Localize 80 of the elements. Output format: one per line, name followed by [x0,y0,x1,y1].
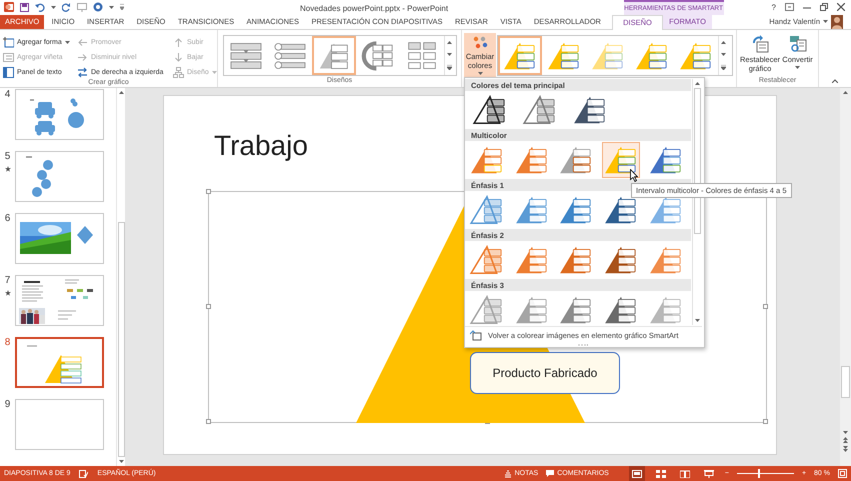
reading-view-icon [680,470,690,478]
scroll-down-icon[interactable] [843,431,848,434]
caret-icon [64,40,70,44]
comment-icon [546,470,554,478]
process-layout-icon [228,40,264,70]
normal-view-icon [632,470,642,478]
notes-icon [504,470,512,478]
customize-icon[interactable] [120,4,124,10]
previous-slide-icon[interactable] [843,437,848,443]
redo-icon[interactable] [62,2,71,12]
scroll-up-icon[interactable] [721,40,726,44]
scroll-up-icon[interactable] [447,40,452,44]
up-arrow-icon [173,36,184,48]
left-arrow-icon [77,36,88,48]
collapse-ribbon-icon[interactable] [832,79,838,83]
layout-gallery[interactable] [223,35,457,76]
spell-check-icon[interactable] [79,470,88,478]
right-arrow-icon [77,52,88,62]
color-dots-icon [472,36,488,50]
next-slide-icon[interactable] [843,446,848,452]
ribbon-options-icon[interactable] [785,3,794,12]
reset-graphic-icon [751,35,769,53]
slide-thumbnail[interactable] [15,151,104,202]
layout-option[interactable] [312,36,356,75]
zoom-slider-thumb[interactable] [758,469,760,478]
slide-number: 7 [4,275,10,286]
scrollbar-thumb[interactable] [118,222,125,457]
slide-number: 4 [4,89,10,100]
window-title: Novedades powerPoint.pptx - PowerPoint [300,3,448,15]
caret-icon [109,6,114,9]
slide-title: Trabajo [214,130,308,162]
caret-icon [51,6,56,9]
smartart-text-box: Producto Fabricado [470,352,620,394]
help-button[interactable]: ? [772,2,776,12]
fit-slide-icon[interactable] [838,469,847,478]
scroll-down-icon[interactable] [695,319,700,322]
restore-icon[interactable] [820,3,828,12]
circle-list-icon [272,40,308,70]
text-pane-icon [3,66,14,78]
bullet-list-icon [3,52,14,62]
slide-thumbnail[interactable] [15,399,104,450]
add-shape-icon [3,36,14,48]
slide-number: 9 [4,399,10,410]
more-icon[interactable] [447,65,452,70]
view-button[interactable] [628,466,645,481]
hierarchy-icon [173,66,184,78]
close-icon[interactable] [837,3,845,12]
caret-icon [212,70,217,74]
scroll-down-icon[interactable] [118,460,124,463]
slide-number: 6 [4,213,10,224]
scroll-up-icon[interactable] [695,82,700,85]
slideshow-icon [704,470,714,478]
down-arrow-icon [173,52,184,62]
undo-icon[interactable] [35,2,45,12]
scroll-up-icon[interactable] [843,91,848,94]
slide-number: 5 [4,151,10,162]
scroll-up-icon[interactable] [118,91,124,94]
caret-icon [823,20,828,24]
slide-sorter-icon [656,470,666,478]
diamond-shape [77,226,93,244]
recolor-pictures-icon [470,330,482,341]
caret-icon [795,66,800,69]
more-icon[interactable] [721,65,726,70]
save-icon[interactable] [20,2,29,12]
slide-thumbnail[interactable] [15,337,104,388]
slideshow-icon[interactable] [77,2,87,12]
convert-icon [788,35,806,53]
scrollbar-thumb[interactable] [841,366,850,398]
mouse-pointer-icon [630,169,638,182]
slide-thumbnail[interactable] [15,89,104,140]
scroll-down-icon[interactable] [721,52,726,56]
style-gallery[interactable] [497,35,733,76]
style-option[interactable] [498,36,542,75]
scroll-down-icon[interactable] [447,52,452,56]
caret-icon [478,72,482,75]
swap-arrows-icon [77,66,88,78]
slide-thumbnail[interactable] [15,275,104,326]
slide-number: 8 [4,337,10,348]
avatar-icon[interactable] [831,14,843,29]
slide-thumbnail[interactable] [15,213,104,264]
